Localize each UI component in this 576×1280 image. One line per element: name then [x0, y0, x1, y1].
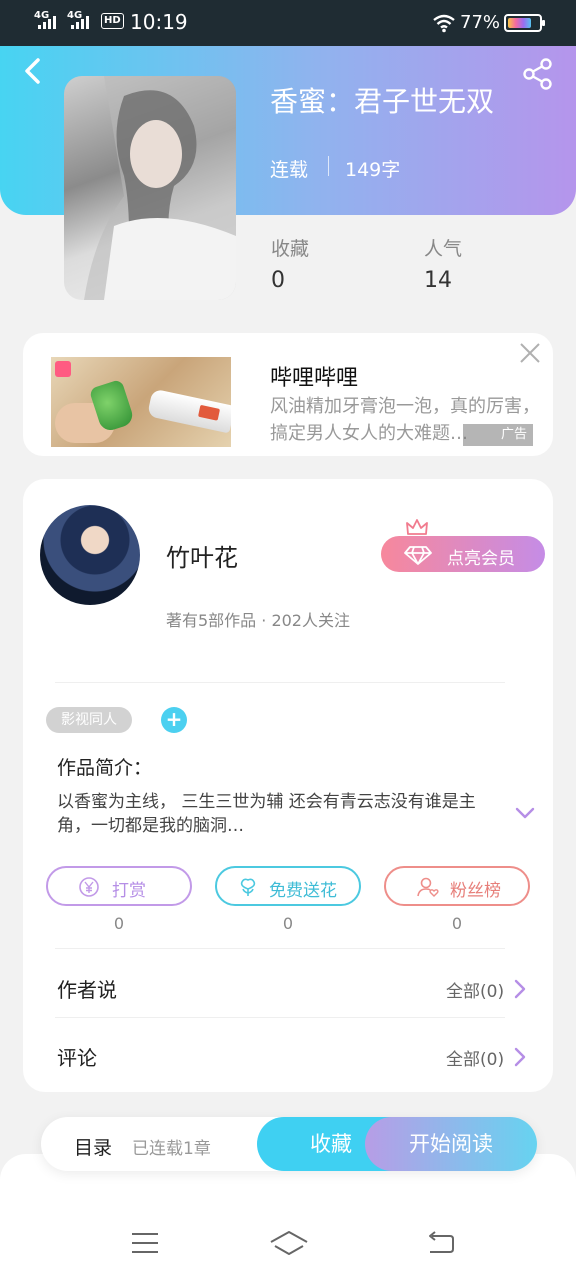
comments-label: 评论	[57, 1046, 97, 1070]
chevron-down-icon[interactable]	[514, 806, 536, 820]
hd-voice-icon: HD	[101, 13, 124, 29]
word-count: 149字	[345, 159, 401, 181]
flower-icon	[240, 878, 256, 896]
home-icon[interactable]	[269, 1230, 309, 1258]
serial-status: 连载	[270, 159, 309, 181]
toothpaste-shape	[147, 388, 231, 434]
divider	[55, 682, 505, 683]
back-nav-icon[interactable]	[424, 1230, 456, 1256]
author-avatar[interactable]	[40, 505, 140, 605]
genre-tag[interactable]: 影视同人	[46, 707, 132, 733]
signal-bars-2-icon	[71, 16, 89, 29]
fan-ranking-button[interactable]: 粉丝榜	[384, 866, 530, 906]
crown-icon	[406, 519, 428, 535]
author-says-all[interactable]: 全部(0)	[446, 977, 504, 1002]
intro-text: 以香蜜为主线， 三生三世为辅 还会有青云志没有谁是主角，一切都是我的脑洞…	[57, 792, 476, 836]
start-reading-button[interactable]: 开始阅读	[365, 1117, 537, 1171]
divider	[55, 1017, 505, 1018]
menu-icon[interactable]	[130, 1230, 160, 1256]
book-title: 香蜜：君子世无双	[270, 85, 495, 118]
signal-bars-1-icon	[38, 16, 56, 29]
fan-ranking-label: 粉丝榜	[450, 881, 501, 901]
favorites-label: 收藏	[271, 238, 310, 260]
popularity-label: 人气	[424, 238, 463, 260]
author-name[interactable]: 竹叶花	[166, 538, 238, 573]
author-says-label: 作者说	[57, 978, 117, 1002]
table-of-contents-button[interactable]: 目录	[74, 1133, 112, 1160]
comments-all[interactable]: 全部(0)	[446, 1045, 504, 1070]
cover-art	[84, 76, 236, 300]
close-icon[interactable]	[518, 341, 542, 365]
ad-label: 广告	[463, 424, 533, 446]
popularity-count: 14	[424, 268, 452, 293]
ad-title: 哔哩哔哩	[270, 366, 359, 391]
chapter-status: 已连载1章	[132, 1139, 211, 1159]
author-meta: 著有5部作品 · 202人关注	[166, 611, 350, 630]
diamond-icon	[404, 546, 432, 565]
battery-percent: 77%	[460, 12, 501, 33]
bottom-panel	[0, 1154, 576, 1280]
chevron-right-icon[interactable]	[513, 979, 527, 999]
book-cover-image[interactable]	[64, 76, 236, 300]
reward-button[interactable]: 打赏	[46, 866, 192, 906]
share-icon[interactable]	[522, 58, 554, 90]
flower-count: 0	[282, 914, 294, 933]
ad-image	[51, 357, 231, 447]
yen-icon	[79, 877, 99, 897]
vip-button-label: 点亮会员	[447, 549, 515, 569]
send-flower-button[interactable]: 免费送花	[215, 866, 361, 906]
fan-count: 0	[451, 914, 463, 933]
fan-user-icon	[417, 877, 439, 897]
reward-count: 0	[113, 914, 125, 933]
clock: 10:19	[130, 10, 188, 34]
divider	[55, 948, 505, 949]
battery-icon	[504, 14, 545, 32]
favorites-count: 0	[271, 268, 285, 293]
wifi-icon	[433, 14, 455, 33]
chevron-right-icon[interactable]	[513, 1047, 527, 1067]
status-bar: 4G 4G HD 10:19 77%	[0, 0, 576, 46]
app-badge-icon	[55, 361, 71, 377]
intro-label: 作品简介：	[57, 757, 153, 779]
add-tag-button[interactable]: +	[161, 707, 187, 733]
send-flower-label: 免费送花	[269, 881, 337, 901]
back-icon[interactable]	[20, 56, 46, 86]
reward-label: 打赏	[112, 881, 146, 901]
divider	[328, 156, 329, 176]
